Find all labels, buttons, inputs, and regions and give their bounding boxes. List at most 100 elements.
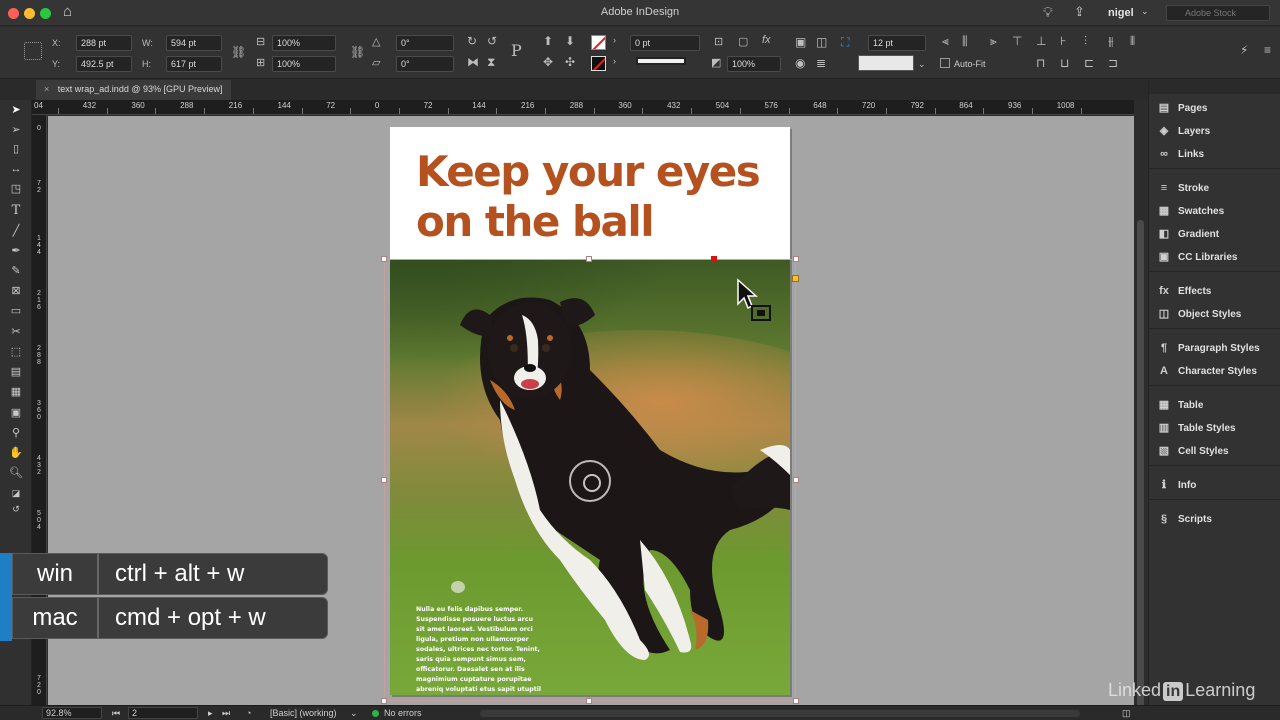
free-transform-tool-icon[interactable]: ⬚: [8, 344, 24, 360]
gradient-feather-tool-icon[interactable]: ▦: [8, 384, 24, 400]
select-next-icon[interactable]: ✣: [565, 55, 575, 69]
panel-pages[interactable]: ▤ Pages: [1157, 99, 1279, 117]
align-top-edges-icon[interactable]: ⊤: [1012, 34, 1022, 48]
shear-angle-field[interactable]: 0°: [396, 56, 454, 72]
page-number-field[interactable]: 2: [128, 707, 198, 719]
rotate-counterclockwise-icon[interactable]: ↺: [487, 34, 497, 48]
resize-handle-bottom-right[interactable]: [793, 698, 799, 704]
horizontal-ruler[interactable]: 04 432 360 288 216 144 72 0 72 144 216 288 360 432 504…: [32, 100, 1134, 115]
scale-y-field[interactable]: 100%: [272, 56, 336, 72]
stroke-type-selector[interactable]: [636, 57, 686, 65]
panel-menu-icon[interactable]: ≡: [1264, 43, 1271, 57]
note-tool-icon[interactable]: ▣: [8, 405, 24, 421]
select-content-icon[interactable]: ⬇: [565, 34, 575, 48]
distribute-vertical-icon[interactable]: ⊔: [1060, 56, 1069, 70]
corner-options-icon[interactable]: ◉: [795, 56, 805, 70]
resize-handle-top[interactable]: [586, 256, 592, 262]
reference-point-icon[interactable]: [24, 42, 42, 60]
resize-handle-bottom[interactable]: [586, 698, 592, 704]
width-field[interactable]: 594 pt: [166, 35, 222, 51]
panel-paragraph-styles[interactable]: ¶ Paragraph Styles: [1157, 339, 1279, 357]
fill-swatch[interactable]: [591, 35, 606, 50]
opacity-field[interactable]: 100%: [727, 56, 781, 72]
flip-vertical-icon[interactable]: ⧗: [487, 55, 495, 70]
fit-content-icon[interactable]: ▢: [738, 35, 748, 48]
text-frame-options-icon[interactable]: ≣: [816, 56, 826, 70]
select-previous-icon[interactable]: ✥: [543, 55, 553, 69]
next-page-icon[interactable]: ▸: [208, 708, 213, 719]
rectangle-tool-icon[interactable]: ▭: [8, 303, 24, 319]
resize-handle-top-right[interactable]: [793, 256, 799, 262]
user-menu[interactable]: nigel: [1108, 7, 1134, 19]
panel-dock-header[interactable]: [1149, 80, 1280, 94]
direct-selection-tool-icon[interactable]: ➢: [8, 122, 24, 138]
constrain-proportions-icon[interactable]: ⛓: [231, 45, 246, 59]
align-vertical-centers-icon[interactable]: ⊥: [1036, 34, 1046, 48]
auto-fit-checkbox[interactable]: Auto-Fit: [940, 58, 986, 69]
object-style-selector[interactable]: [858, 55, 914, 71]
gradient-tool-icon[interactable]: ▤: [8, 364, 24, 380]
select-container-icon[interactable]: ⬆: [543, 34, 553, 48]
pen-tool-icon[interactable]: ✒: [8, 243, 24, 259]
object-style-chevron-icon[interactable]: ⌄: [918, 59, 926, 70]
wrap-bounding-box-icon[interactable]: ◫: [816, 35, 827, 49]
stroke-menu-chevron-icon[interactable]: ›: [613, 56, 616, 66]
page-tool-icon[interactable]: ▯: [8, 141, 24, 157]
zoom-level-field[interactable]: 92.8%: [42, 707, 102, 719]
resize-handle-right[interactable]: [793, 477, 799, 483]
type-tool-icon[interactable]: T: [8, 203, 24, 219]
gap-tool-icon[interactable]: ↔: [8, 161, 24, 177]
effects-fx-icon[interactable]: fx: [762, 34, 771, 46]
panel-effects[interactable]: fx Effects: [1157, 282, 1279, 300]
line-tool-icon[interactable]: ╱: [8, 223, 24, 239]
live-corner-handle[interactable]: [792, 275, 799, 282]
wrap-none-icon[interactable]: ▣: [795, 35, 806, 49]
eyedropper-tool-icon[interactable]: ⚲: [8, 425, 24, 441]
panel-scripts[interactable]: § Scripts: [1157, 510, 1279, 528]
panel-character-styles[interactable]: A Character Styles: [1157, 362, 1279, 380]
flip-horizontal-icon[interactable]: ⧓: [467, 55, 479, 69]
scale-x-field[interactable]: 100%: [272, 35, 336, 51]
panel-gradient[interactable]: ◧ Gradient: [1157, 225, 1279, 243]
panel-table-styles[interactable]: ▥ Table Styles: [1157, 419, 1279, 437]
stroke-weight-field[interactable]: 0 pt: [630, 35, 700, 51]
zoom-tool-icon[interactable]: 🔍︎: [8, 465, 24, 481]
panel-info[interactable]: ℹ Info: [1157, 476, 1279, 494]
panel-cc-libraries[interactable]: ▣ CC Libraries: [1157, 248, 1279, 266]
content-collector-icon[interactable]: ◳: [8, 181, 24, 197]
last-page-icon[interactable]: ⏭: [222, 708, 230, 719]
x-position-field[interactable]: 288 pt: [76, 35, 132, 51]
vertical-scrollbar[interactable]: [1134, 100, 1148, 720]
vertical-scroll-thumb[interactable]: [1137, 220, 1144, 720]
resize-handle-bottom-left[interactable]: [381, 698, 387, 704]
rotate-clockwise-icon[interactable]: ↻: [467, 34, 477, 48]
preflight-icon[interactable]: ◔: [246, 708, 251, 718]
distribute-spacing-icon[interactable]: ⊐: [1108, 56, 1118, 70]
panel-links[interactable]: ∞ Links: [1157, 145, 1279, 163]
preflight-profile[interactable]: [Basic] (working): [270, 708, 337, 718]
panel-object-styles[interactable]: ◫ Object Styles: [1157, 305, 1279, 323]
panel-layers[interactable]: ◈ Layers: [1157, 122, 1279, 140]
frame-fitting-icon[interactable]: ⊡: [714, 35, 723, 48]
distribute-top-icon[interactable]: ⊓: [1036, 56, 1045, 70]
preflight-chevron-icon[interactable]: ⌄: [350, 708, 358, 719]
share-icon[interactable]: ⇪: [1074, 4, 1085, 20]
resize-handle-left[interactable]: [381, 477, 387, 483]
first-page-icon[interactable]: ⏮: [112, 708, 120, 719]
height-field[interactable]: 617 pt: [166, 56, 222, 72]
distribute-left-icon[interactable]: ⫶: [1084, 34, 1087, 49]
horizontal-scrollbar[interactable]: [480, 710, 1080, 717]
pencil-tool-icon[interactable]: ✎: [8, 263, 24, 279]
quick-apply-icon[interactable]: ⚡︎: [1240, 43, 1248, 57]
distribute-bottom-icon[interactable]: ⊏: [1084, 56, 1094, 70]
constrain-scale-icon[interactable]: ⛓: [350, 45, 365, 59]
panel-stroke[interactable]: ≡ Stroke: [1157, 179, 1279, 197]
close-tab-icon[interactable]: ×: [44, 84, 49, 94]
align-bottom-edges-icon[interactable]: ⊦: [1060, 34, 1066, 48]
content-grabber-icon[interactable]: [569, 460, 611, 502]
align-horizontal-centers-icon[interactable]: ⫼: [962, 34, 968, 49]
rotate-angle-field[interactable]: 0°: [396, 35, 454, 51]
wrap-offset-field[interactable]: 12 pt: [868, 35, 926, 51]
selection-tool-icon[interactable]: ➤: [8, 102, 24, 118]
hand-tool-icon[interactable]: ✋: [8, 445, 24, 461]
